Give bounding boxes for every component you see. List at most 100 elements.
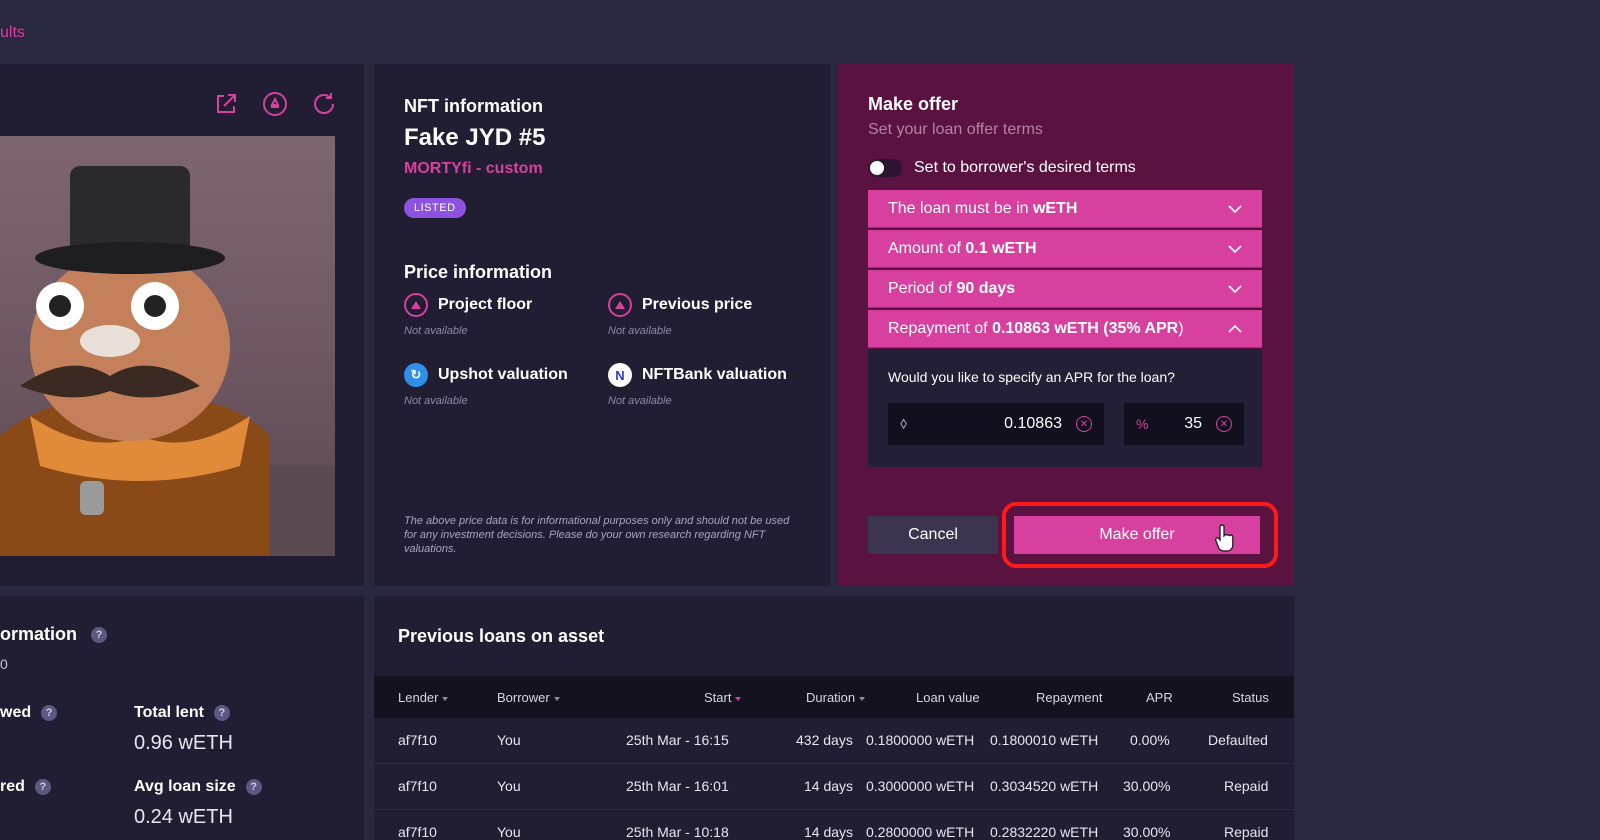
loan-stats-heading: ormation [0, 624, 78, 644]
total-borrowed-label: wed? [0, 704, 58, 722]
repayment-cell: 0.1800010 wETH [990, 732, 1099, 748]
nft-name: Fake JYD #5 [404, 124, 546, 151]
nft-information-heading: NFT information [404, 96, 543, 116]
table-row: af7f10 You 25th Mar - 16:01 14 days 0.30… [374, 764, 1294, 810]
clear-icon[interactable]: ✕ [1076, 416, 1092, 432]
loan-currency-value: wETH [1032, 199, 1078, 217]
lender-link[interactable]: af7f10 [398, 824, 437, 840]
lender-link[interactable]: af7f10 [398, 778, 437, 794]
column-duration[interactable]: Duration [806, 690, 866, 705]
help-icon[interactable]: ? [213, 705, 230, 721]
loan-value-cell: 0.2800000 wETH [866, 824, 975, 840]
repayment-accordion-body: Would you like to specify an APR for the… [868, 349, 1262, 467]
start-cell: 25th Mar - 10:18 [626, 824, 729, 840]
repayment-value: 0.10863 wETH (35% APR [992, 319, 1179, 337]
help-icon[interactable]: ? [34, 779, 51, 795]
price-icon [608, 293, 632, 317]
nftbank-valuation-label: NFTBank valuation [642, 366, 787, 383]
borrower-terms-toggle[interactable] [868, 159, 902, 177]
collection-name[interactable]: MORTYfi - custom [404, 160, 543, 178]
total-lent-value: 0.96 wETH [134, 732, 233, 754]
refresh-icon[interactable] [310, 90, 338, 118]
repayment-input-value: 0.10863 [1004, 415, 1062, 432]
table-row: af7f10 You 25th Mar - 16:15 432 days 0.1… [374, 718, 1294, 764]
column-lender[interactable]: Lender [398, 690, 449, 705]
upshot-valuation-item: ↻ Upshot valuation Not available [404, 363, 604, 407]
loan-currency-accordion[interactable]: The loan must be in wETH [868, 190, 1262, 228]
make-offer-heading: Make offer [868, 94, 959, 114]
column-repayment: Repayment [1036, 690, 1103, 705]
borrower-link[interactable]: You [497, 778, 521, 794]
nftbank-valuation-value: Not available [608, 395, 672, 407]
help-icon[interactable]: ? [91, 626, 108, 643]
upshot-icon: ↻ [404, 363, 428, 387]
opensea-icon[interactable] [261, 90, 289, 118]
apr-question: Would you like to specify an APR for the… [888, 369, 1175, 385]
total-repaid-label: red? [0, 778, 51, 796]
nft-image-panel [0, 64, 364, 586]
column-status: Status [1232, 690, 1269, 705]
column-apr: APR [1146, 690, 1173, 705]
chevron-up-icon [1228, 324, 1242, 333]
hand-cursor-icon [1215, 524, 1234, 552]
loan-amount-value: 0.1 wETH [965, 239, 1037, 257]
status-cell: Repaid [1224, 824, 1269, 840]
loans-table-header: Lender Borrower Start Duration Loan valu… [374, 676, 1294, 718]
previous-loans-heading: Previous loans on asset [398, 626, 605, 646]
help-icon[interactable]: ? [245, 779, 262, 795]
lender-link[interactable]: af7f10 [398, 732, 437, 748]
nftbank-icon: N [608, 363, 632, 387]
column-loan-value: Loan value [916, 690, 980, 705]
project-floor-label: Project floor [438, 296, 533, 313]
previous-price-label: Previous price [642, 296, 753, 313]
repayment-cell: 0.3034520 wETH [990, 778, 1099, 794]
project-floor-value: Not available [404, 325, 468, 337]
help-icon[interactable]: ? [41, 705, 58, 721]
apr-input-value: 35 [1184, 415, 1202, 432]
loan-period-accordion[interactable]: Period of 90 days [868, 270, 1262, 308]
ethereum-icon: ⬨ [900, 415, 908, 432]
column-borrower[interactable]: Borrower [497, 690, 560, 705]
loan-stats-panel: ormation ? 0 wed? Total lent? 0.96 wETH … [0, 596, 364, 840]
chevron-down-icon [1228, 284, 1242, 293]
repayment-input[interactable]: ⬨ 0.10863 ✕ [888, 403, 1104, 445]
loan-amount-accordion[interactable]: Amount of 0.1 wETH [868, 230, 1262, 268]
apr-cell: 0.00% [1130, 732, 1170, 748]
price-information-heading: Price information [404, 262, 553, 282]
external-link-icon[interactable] [212, 90, 240, 118]
loan-value-cell: 0.1800000 wETH [866, 732, 975, 748]
apr-cell: 30.00% [1123, 778, 1171, 794]
cancel-button[interactable]: Cancel [868, 516, 998, 554]
price-disclaimer: The above price data is for informationa… [404, 515, 790, 555]
clear-icon[interactable]: ✕ [1216, 416, 1232, 432]
nftbank-valuation-item: N NFTBank valuation Not available [608, 363, 808, 407]
loan-value-cell: 0.3000000 wETH [866, 778, 975, 794]
previous-price-item: Previous price Not available [608, 293, 808, 337]
repayment-cell: 0.2832220 wETH [990, 824, 1099, 840]
avg-loan-size-value: 0.24 wETH [134, 806, 233, 828]
loan-period-value: 90 days [956, 279, 1016, 297]
borrower-terms-toggle-row: Set to borrower's desired terms [868, 159, 1136, 177]
breadcrumb-results-link[interactable]: ults [0, 24, 25, 42]
avg-loan-size-label: Avg loan size? [134, 778, 262, 796]
apr-input[interactable]: % 35 ✕ [1124, 403, 1244, 445]
chevron-down-icon [1228, 204, 1242, 213]
repayment-suffix: ) [1178, 319, 1184, 337]
status-cell: Repaid [1224, 778, 1269, 794]
column-start[interactable]: Start [704, 690, 742, 705]
make-offer-panel: Make offer Set your loan offer terms Set… [838, 64, 1294, 586]
borrower-link[interactable]: You [497, 824, 521, 840]
percent-icon: % [1136, 416, 1149, 432]
apr-cell: 30.00% [1123, 824, 1171, 840]
listed-badge: LISTED [404, 198, 466, 218]
previous-loans-panel: Previous loans on asset Lender Borrower … [374, 596, 1294, 840]
floor-icon [404, 293, 428, 317]
total-lent-label: Total lent? [134, 704, 230, 722]
duration-cell: 14 days [804, 824, 854, 840]
loan-stats-subtext: 0 [0, 656, 8, 672]
project-floor-item: Project floor Not available [404, 293, 604, 337]
borrower-link[interactable]: You [497, 732, 521, 748]
previous-price-value: Not available [608, 325, 672, 337]
repayment-accordion[interactable]: Repayment of 0.10863 wETH (35% APR) [868, 310, 1262, 348]
duration-cell: 432 days [796, 732, 853, 748]
